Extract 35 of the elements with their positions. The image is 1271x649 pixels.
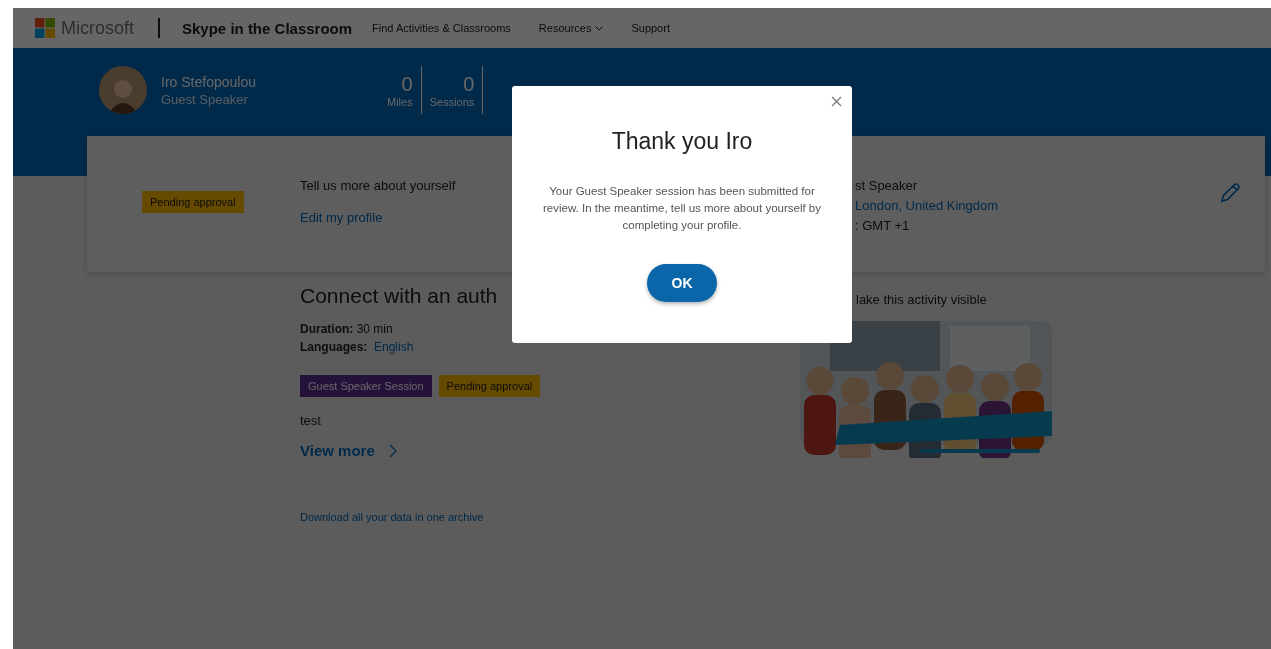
- nav-link[interactable]: Find Activities & Classrooms: [372, 22, 511, 34]
- dialog-message: Your Guest Speaker session has been submitted for review. In the meantime, tell us more about yourself by completing your profile.: [542, 184, 822, 233]
- detail-text: : GMT +1: [855, 218, 910, 233]
- brand-name: Microsoft: [61, 17, 134, 39]
- activity-title: Connect with an auth: [300, 284, 499, 308]
- prompt-text: Tell us more about yourself: [300, 178, 456, 193]
- product-title: Skype in the Classroom: [182, 19, 353, 37]
- chevron-right-icon: [388, 443, 397, 458]
- close-button[interactable]: [829, 94, 844, 109]
- edit-profile-link[interactable]: Edit my profile: [300, 210, 383, 225]
- dialog-title: Thank you Iro: [611, 128, 753, 155]
- stat-value: 0: [401, 72, 413, 96]
- pencil-icon[interactable]: [1219, 182, 1241, 204]
- duration-text: Duration: 30 min: [300, 322, 394, 336]
- status-badge: Pending approval: [142, 191, 244, 213]
- nav-link[interactable]: Resources: [538, 22, 604, 34]
- stat-label: Miles: [387, 95, 413, 108]
- ok-button[interactable]: OK: [647, 264, 717, 302]
- stat-label: Sessions: [429, 95, 475, 108]
- detail-text: st Speaker: [855, 178, 918, 193]
- language-link[interactable]: English: [374, 340, 414, 354]
- location-link[interactable]: London, United Kingdom: [855, 198, 999, 213]
- description-text: test: [300, 413, 322, 428]
- view-more-link[interactable]: View more: [300, 442, 800, 459]
- download-link[interactable]: Download all your data in one archive: [300, 511, 800, 523]
- languages-text: Languages: English: [300, 340, 415, 354]
- profile-role: Guest Speaker: [161, 91, 249, 107]
- profile-name: Iro Stefopoulou: [161, 73, 257, 90]
- avatar: [99, 66, 147, 114]
- nav-link[interactable]: Support: [631, 22, 670, 34]
- microsoft-logo: [35, 18, 55, 38]
- tag: Guest Speaker Session: [300, 375, 432, 397]
- stat-value: 0: [463, 72, 475, 96]
- visibility-label: lake this activity visible: [856, 292, 987, 307]
- tag: Pending approval: [438, 375, 541, 397]
